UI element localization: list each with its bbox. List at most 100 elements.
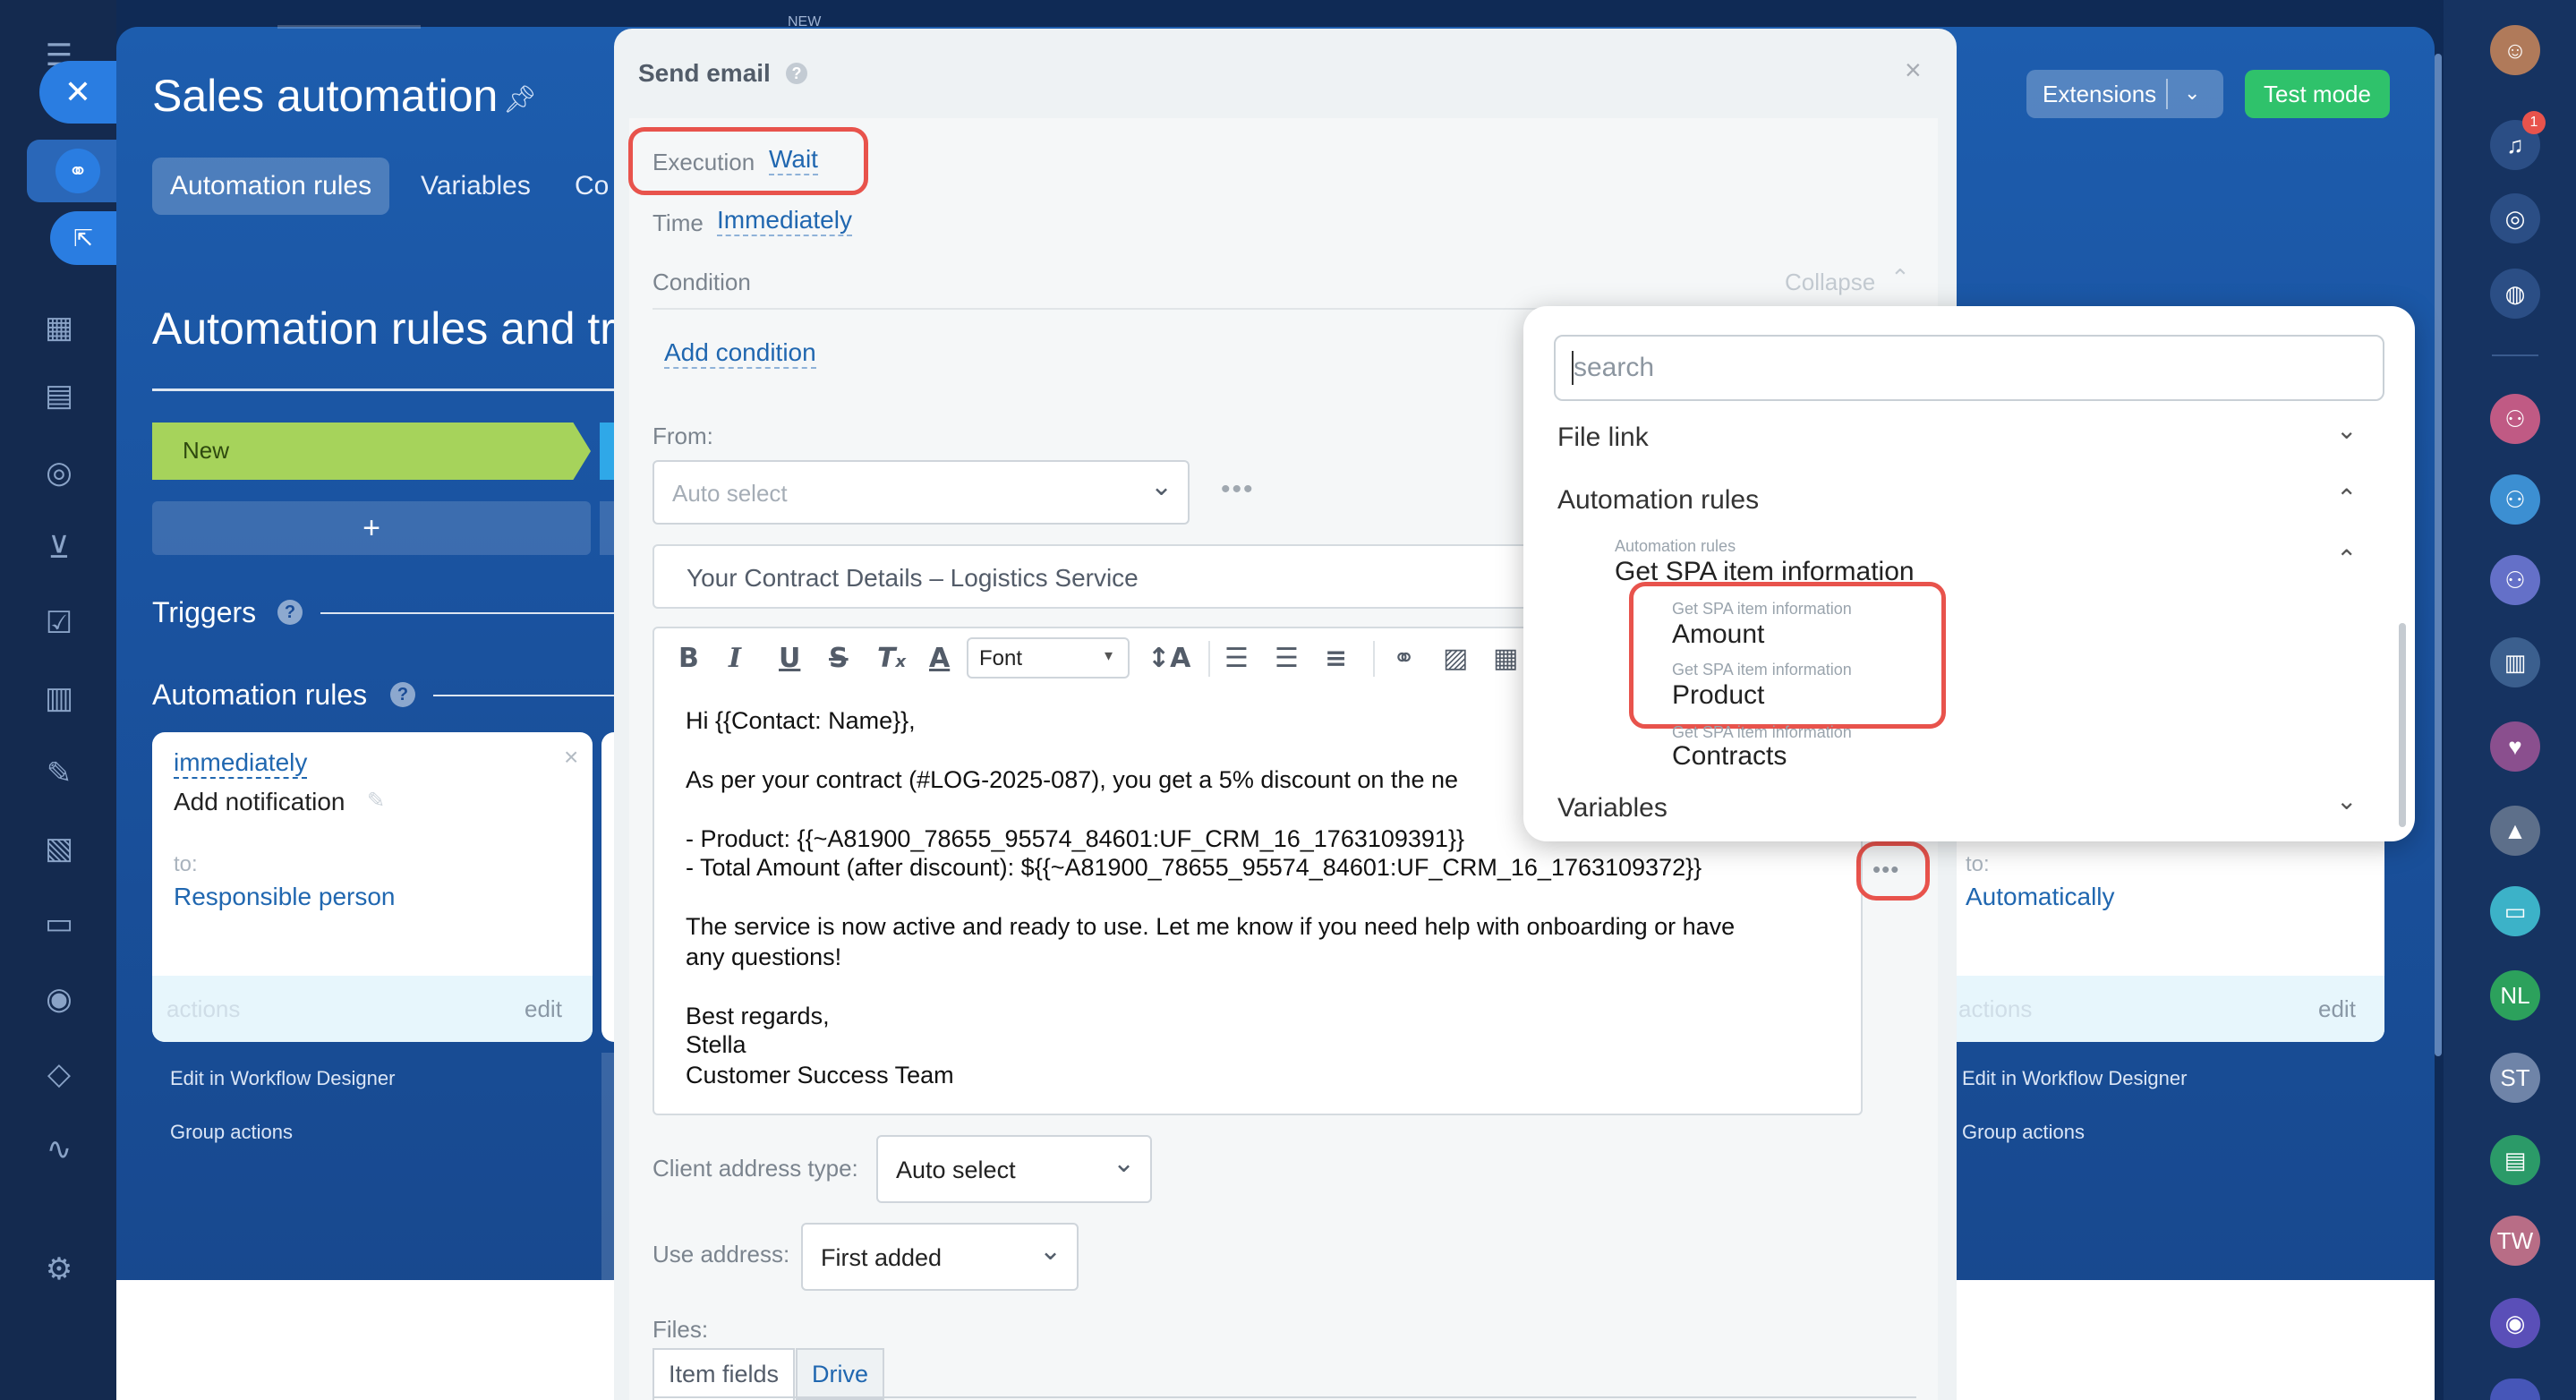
pen-icon[interactable]: ✎ (39, 754, 79, 793)
chevron-up-icon[interactable]: ⌃ (2336, 483, 2357, 513)
target-icon[interactable]: ◎ (39, 453, 79, 492)
pin-icon[interactable]: 📌︎ (503, 84, 537, 115)
popup-scrollbar[interactable] (2399, 623, 2406, 827)
chevron-up-icon[interactable]: ⌃ (1890, 265, 1910, 292)
from-label: From: (653, 423, 713, 449)
chart-icon[interactable]: ▥ (39, 679, 79, 718)
notes-icon[interactable]: ▤ (2490, 1135, 2540, 1185)
group-chat-icon-3[interactable]: ⚇ (2490, 555, 2540, 605)
time-value-link[interactable]: Immediately (717, 206, 852, 236)
card-icon[interactable]: ▭ (39, 904, 79, 943)
tab-item-fields[interactable]: Item fields (653, 1348, 796, 1400)
from-more-icon[interactable]: ••• (1221, 474, 1255, 505)
use-address-label: Use address: (653, 1241, 790, 1268)
client-address-select[interactable]: Auto select ⌄ (876, 1135, 1152, 1203)
tab-drive[interactable]: Drive (796, 1348, 885, 1400)
avatar-nl[interactable]: NL (2490, 970, 2540, 1020)
calendar-icon[interactable]: ▦ (39, 308, 79, 347)
rule-right-to-value[interactable]: Automatically (1966, 883, 2115, 911)
landscape-avatar[interactable]: ▲ (2490, 806, 2540, 856)
box-icon[interactable]: ◇ (39, 1054, 79, 1094)
copilot-icon[interactable]: ◉ (2490, 1298, 2540, 1348)
tab-variables[interactable]: Variables (403, 158, 549, 215)
email-line-greeting: Hi {{Contact: Name}}, (686, 707, 916, 734)
bold-icon[interactable]: B (678, 643, 699, 674)
rule-right-footer: actions edit (1957, 976, 2384, 1042)
chat-search-icon[interactable]: ◍ (2490, 269, 2540, 319)
avatar-st[interactable]: ST (2490, 1053, 2540, 1103)
link-icon[interactable]: ⚭ (1393, 643, 1415, 674)
bullet-list-icon[interactable]: ☰ (1275, 643, 1299, 674)
document-icon[interactable]: ▧ (39, 829, 79, 868)
item-contracts[interactable]: Contracts (1672, 741, 1787, 772)
rule-right-edit-link[interactable]: edit (2318, 995, 2356, 1023)
signature-icon[interactable]: ∿ (39, 1130, 79, 1169)
align-icon[interactable]: ≡ (1325, 643, 1347, 674)
rule-time-link[interactable]: immediately (174, 748, 308, 779)
image-icon[interactable]: ▨ (1443, 643, 1468, 674)
left-sidebar: ☰ ▦ ▤ ◎ ⊻ ☑ ▥ ✎ ▧ ▭ ◉ ◇ ∿ ⚙ (0, 0, 116, 1400)
chat-bubble-icon[interactable]: ▭ (2490, 886, 2540, 936)
modal-help-icon[interactable]: ? (786, 63, 807, 84)
chevron-down-icon[interactable]: ⌄ (2184, 70, 2200, 118)
settings-icon[interactable]: ⚙ (39, 1250, 79, 1289)
strikethrough-icon[interactable]: S (829, 643, 849, 674)
chevron-down-icon[interactable]: ⌄ (2336, 786, 2357, 815)
link-tab[interactable]: ⚭ (27, 140, 116, 202)
chevron-down-icon: ⌄ (1150, 471, 1173, 502)
robot-icon[interactable]: ◉ (39, 979, 79, 1019)
edit-in-workflow-designer-link[interactable]: Edit in Workflow Designer (170, 1067, 395, 1090)
rule-card-left[interactable]: immediately × Add notification ✎ to: Res… (152, 732, 593, 1042)
rule-to-value[interactable]: Responsible person (174, 883, 396, 911)
chevron-down-icon[interactable]: ⌄ (2336, 415, 2357, 445)
search-input[interactable]: search (1554, 335, 2384, 401)
checkbox-icon[interactable]: ☑ (39, 603, 79, 643)
clear-format-icon[interactable]: Tx (877, 643, 906, 674)
page-scrollbar[interactable] (2435, 54, 2442, 1056)
font-size-icon[interactable]: ↕A (1147, 643, 1190, 674)
automation-rules-group[interactable]: Automation rules (1557, 485, 1759, 516)
table-icon[interactable]: ▦ (1493, 643, 1518, 674)
extensions-button[interactable]: Extensions ⌄ (2026, 70, 2223, 118)
city-avatar[interactable]: ▥ (2490, 637, 2540, 687)
group-chat-icon-1[interactable]: ⚇ (2490, 394, 2540, 444)
collapse-link[interactable]: Collapse (1785, 269, 1875, 296)
right-edit-in-workflow-designer-link[interactable]: Edit in Workflow Designer (1962, 1067, 2187, 1090)
item-product[interactable]: Product (1672, 680, 1764, 711)
add-condition-link[interactable]: Add condition (664, 338, 816, 369)
right-group-actions-link[interactable]: Group actions (1962, 1121, 2085, 1144)
insert-field-more-icon[interactable]: ••• (1872, 856, 1899, 884)
modal-close-icon[interactable]: × (1905, 54, 1922, 87)
rule-close-icon[interactable]: × (564, 743, 578, 772)
underline-icon[interactable]: U (779, 643, 800, 674)
building-icon[interactable]: ▤ (39, 376, 79, 415)
test-mode-button[interactable]: Test mode (2245, 70, 2390, 118)
rule-edit-pencil-icon[interactable]: ✎ (367, 788, 385, 814)
user-avatar[interactable]: ☺ (2490, 25, 2540, 75)
add-rule-button[interactable]: + (152, 501, 591, 555)
rule-edit-link[interactable]: edit (525, 995, 562, 1023)
triggers-help-icon[interactable]: ? (277, 600, 303, 625)
pulse-icon[interactable]: ◎ (2490, 193, 2540, 243)
heart-avatar[interactable]: ♥ (2490, 721, 2540, 772)
stage-new-label: New (183, 437, 230, 464)
font-select[interactable]: Font ▾ (967, 637, 1130, 679)
file-link-group[interactable]: File link (1557, 423, 1649, 453)
group-actions-link[interactable]: Group actions (170, 1121, 293, 1144)
external-link-icon[interactable]: ⇱ (50, 211, 116, 265)
avatar-tw[interactable]: TW (2490, 1216, 2540, 1266)
italic-icon[interactable]: I (729, 643, 741, 674)
group-chat-icon-2[interactable]: ⚇ (2490, 474, 2540, 525)
item-amount[interactable]: Amount (1672, 619, 1764, 650)
close-panel-button[interactable]: ✕ (39, 61, 116, 124)
chevron-up-icon[interactable]: ⌃ (2336, 544, 2357, 574)
automation-rules-help-icon[interactable]: ? (390, 682, 415, 707)
ordered-list-icon[interactable]: ☰ (1224, 643, 1249, 674)
cart-icon[interactable]: ⊻ (39, 528, 79, 568)
execution-value-link[interactable]: Wait (769, 145, 818, 175)
variables-group[interactable]: Variables (1557, 793, 1668, 824)
tab-automation-rules[interactable]: Automation rules (152, 158, 390, 215)
from-select[interactable]: Auto select ⌄ (653, 460, 1190, 525)
use-address-select[interactable]: First added ⌄ (801, 1223, 1079, 1291)
text-color-icon[interactable]: A (929, 643, 950, 674)
